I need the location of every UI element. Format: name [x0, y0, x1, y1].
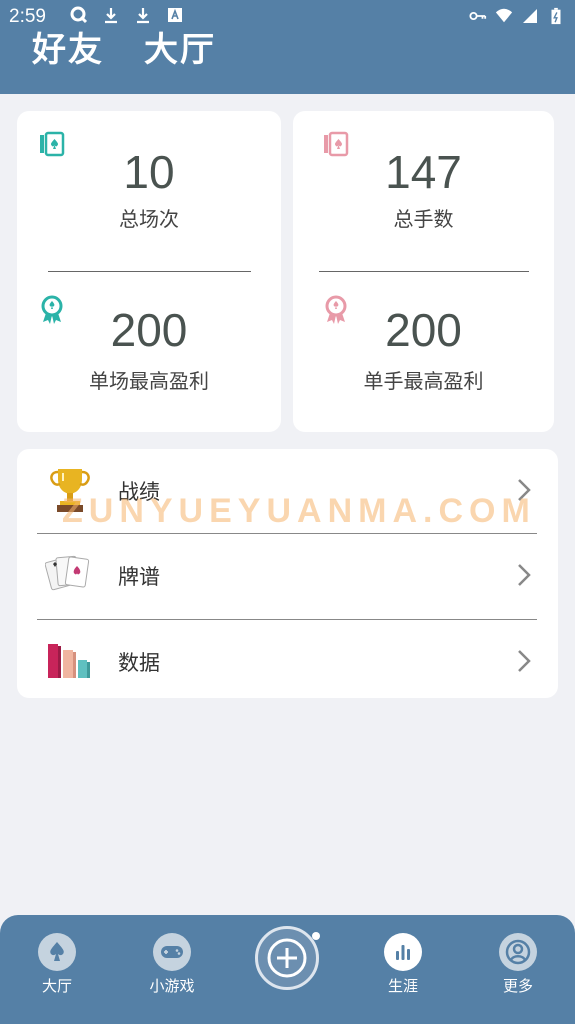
tab-lobby[interactable]: 大厅 [144, 22, 216, 71]
nav-item-more[interactable]: 更多 [478, 933, 558, 996]
user-icon [499, 933, 537, 971]
menu-label-data: 数据 [118, 651, 160, 675]
total-hands-value: 147 [385, 146, 462, 198]
nav-label-minigames: 小游戏 [149, 977, 195, 995]
card-divider [48, 271, 251, 272]
chevron-right-icon [518, 650, 531, 672]
menu-label-hand-history: 牌谱 [118, 565, 160, 589]
signal-icon [523, 9, 537, 23]
best-hand-profit-value: 200 [385, 304, 462, 356]
best-hand-profit-label: 单手最高盈利 [363, 369, 484, 393]
header-tabs: 好友 大厅 [32, 22, 216, 71]
best-game-profit-value: 200 [110, 304, 188, 356]
create-game-button[interactable] [255, 926, 319, 990]
nav-label-more: 更多 [502, 977, 533, 995]
nav-item-minigames[interactable]: 小游戏 [132, 933, 212, 996]
bar-chart-icon [48, 644, 90, 678]
menu-item-data[interactable]: 数据 [17, 620, 558, 703]
nav-item-career[interactable]: 生涯 [363, 933, 443, 996]
battery-icon [551, 7, 561, 25]
total-games-value: 10 [123, 146, 175, 198]
tab-friends[interactable]: 好友 [32, 22, 104, 71]
career-menu: 战绩 牌谱 数据 [17, 449, 558, 698]
spade-icon [38, 933, 76, 971]
menu-item-hand-history[interactable]: 牌谱 [17, 534, 558, 617]
nav-item-lobby[interactable]: 大厅 [17, 933, 97, 996]
gamepad-icon [153, 933, 191, 971]
chevron-right-icon [518, 564, 531, 586]
plus-icon [267, 938, 307, 978]
total-games-label: 总场次 [119, 207, 179, 231]
status-right-icons [469, 7, 565, 25]
wifi-icon [495, 8, 513, 23]
cards-icon [45, 555, 90, 591]
notification-dot [312, 932, 320, 940]
vpn-key-icon [469, 11, 487, 21]
stats-icon [384, 933, 422, 971]
app-header: 2:59 好友 大厅 [0, 0, 575, 94]
nav-label-career: 生涯 [387, 977, 418, 995]
stats-card-games: 10 总场次 200 单场最高盈利 [17, 111, 281, 432]
nav-label-lobby: 大厅 [41, 977, 72, 995]
best-game-profit-label: 单场最高盈利 [89, 369, 209, 393]
stats-card-hands: 147 总手数 200 单手最高盈利 [293, 111, 554, 432]
total-hands-label: 总手数 [393, 207, 454, 231]
card-divider [319, 271, 529, 272]
watermark-text: ZUNYUEYUANMA.COM [62, 492, 536, 530]
